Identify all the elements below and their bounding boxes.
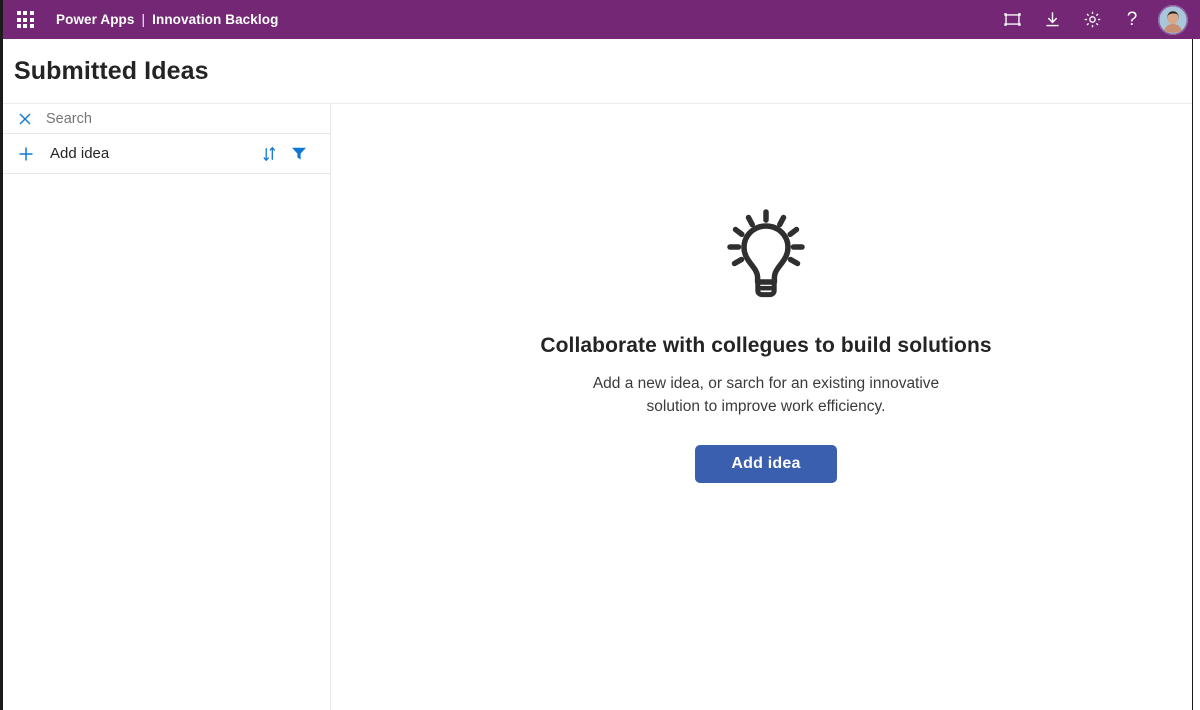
close-icon[interactable] [18,112,32,126]
page-title: Submitted Ideas [14,56,209,85]
app-launcher-icon[interactable] [12,7,38,33]
app-root: Power Apps | Innovation Backlog ? Submit… [0,0,1200,710]
lightbulb-icon [716,204,816,304]
right-edge-fill [1193,39,1200,710]
brand-product-label: Power Apps [56,12,135,27]
window-left-edge [0,0,3,710]
sort-icon[interactable] [256,141,282,167]
add-idea-label[interactable]: Add idea [50,145,109,162]
ideas-list [0,174,330,708]
topbar-icon-group: ? [992,1,1192,39]
add-idea-row: Add idea [0,134,330,174]
gear-icon[interactable] [1072,1,1112,39]
search-placeholder: Search [46,110,92,127]
avatar[interactable] [1158,4,1188,35]
top-command-bar: Power Apps | Innovation Backlog ? [0,0,1200,39]
add-idea-button[interactable]: Add idea [695,444,837,483]
empty-state-heading: Collaborate with collegues to build solu… [540,334,992,357]
ideas-list-panel: Search Add idea [0,104,331,710]
empty-state-description: Add a new idea, or sarch for an existing… [592,375,940,416]
help-glyph: ? [1126,9,1138,30]
search-input[interactable]: Search [0,104,330,134]
page-title-band: Submitted Ideas [0,39,1200,104]
download-icon[interactable] [1032,1,1072,39]
brand-separator: | [141,12,146,27]
filter-icon[interactable] [286,141,312,167]
brand-app-label: Innovation Backlog [152,12,279,27]
brand-area[interactable]: Power Apps | Innovation Backlog [56,12,278,27]
plus-icon[interactable] [18,146,34,162]
edit-canvas-icon[interactable] [992,1,1032,39]
help-icon[interactable]: ? [1112,1,1152,39]
empty-state-area: Collaborate with collegues to build solu… [332,104,1200,710]
window-right-edge [1192,39,1193,710]
